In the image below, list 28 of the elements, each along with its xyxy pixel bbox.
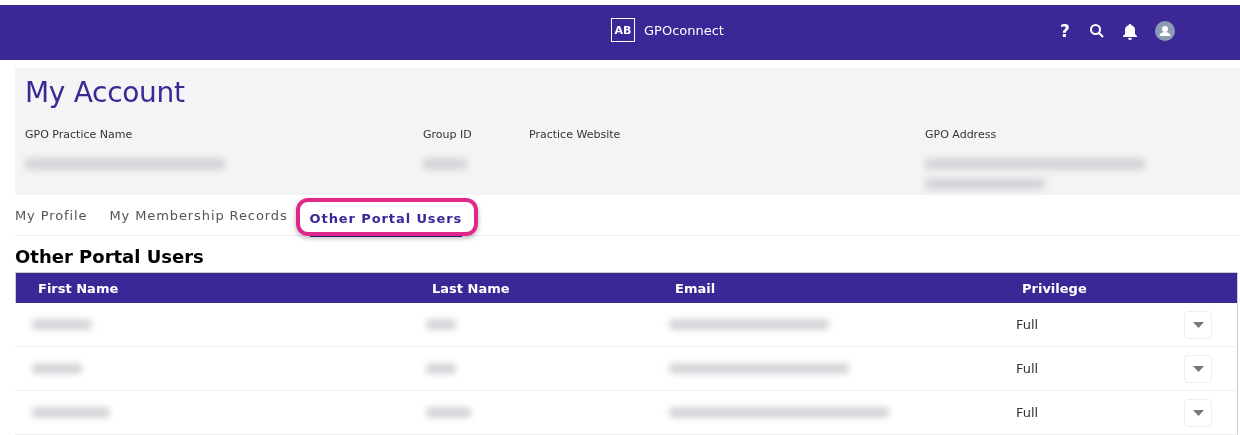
avatar-icon[interactable] xyxy=(1155,21,1175,41)
column-header: First Name xyxy=(38,280,120,296)
bell-icon[interactable] xyxy=(1122,22,1138,40)
section-title: Other Portal Users xyxy=(15,246,205,267)
column-header: Email xyxy=(675,280,717,296)
dropdown-button[interactable] xyxy=(1184,398,1212,427)
field-label: Group ID xyxy=(423,128,472,141)
column-header: Last Name xyxy=(432,280,511,296)
help-button[interactable]: ? xyxy=(1058,21,1072,41)
caret-icon xyxy=(1192,321,1204,328)
caret-icon xyxy=(1192,409,1204,416)
field-label: Practice Website xyxy=(529,128,621,141)
page-title: My Account xyxy=(25,75,186,111)
privilege-value: Full xyxy=(1016,405,1039,420)
dropdown-button[interactable] xyxy=(1184,354,1212,383)
brand-name: GPOconnect xyxy=(644,22,724,38)
logo-mark: AB xyxy=(611,18,635,42)
column-header: Privilege xyxy=(1022,280,1088,296)
search-icon[interactable] xyxy=(1089,23,1105,39)
caret-icon xyxy=(1192,365,1204,372)
privilege-value: Full xyxy=(1016,317,1039,332)
tab[interactable]: My Membership Records xyxy=(109,208,288,232)
field-label: GPO Practice Name xyxy=(25,128,133,141)
field-label: GPO Address xyxy=(925,128,997,141)
tab[interactable]: Other Portal Users xyxy=(309,211,463,237)
dropdown-button[interactable] xyxy=(1184,310,1212,339)
tab[interactable]: My Profile xyxy=(15,208,88,232)
privilege-value: Full xyxy=(1016,361,1039,376)
